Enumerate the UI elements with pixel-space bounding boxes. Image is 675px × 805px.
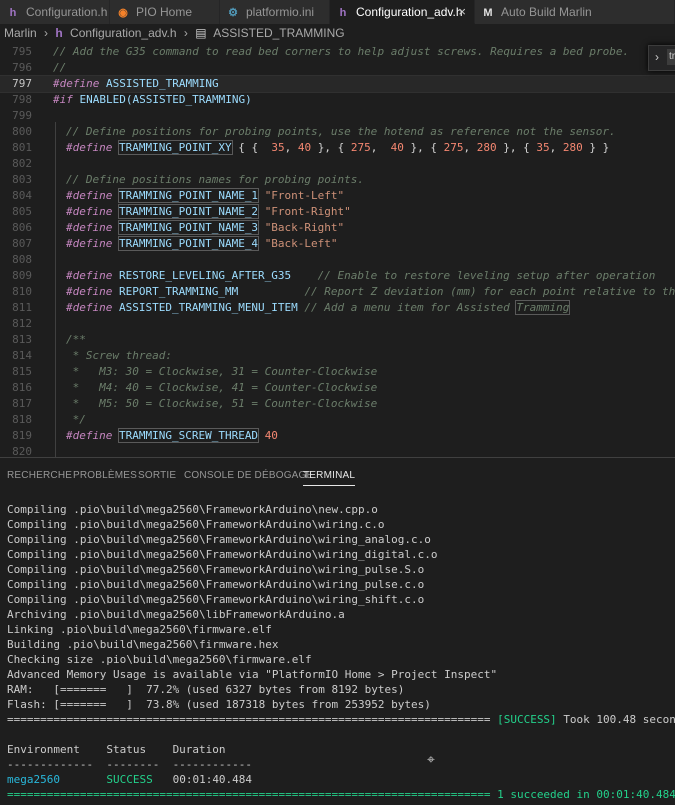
breadcrumb-symbol[interactable]: ASSISTED_TRAMMING [213, 26, 344, 40]
editor-tab-bar: h Configuration.h ◉ PIO Home ⚙ platformio.i… [0, 0, 675, 24]
tab-terminal[interactable]: TERMINAL [303, 470, 356, 486]
tab-sortie[interactable]: SORTIE [138, 470, 176, 481]
terminal-line: Archiving .pio\build\mega2560\libFramewo… [7, 608, 345, 621]
close-icon[interactable]: × [458, 0, 466, 24]
terminal-line: Advanced Memory Usage is available via "… [7, 668, 498, 681]
code-line: 814 * Screw thread: [12, 349, 172, 362]
code-line: 819 #define TRAMMING_SCREW_THREAD 40 [12, 428, 278, 443]
chevron-right-icon[interactable]: › [655, 50, 659, 64]
panel-tabs: RECHERCHE PROBLÈMES SORTIE CONSOLE DE DÉ… [0, 458, 675, 490]
breadcrumb-file[interactable]: Configuration_adv.h [70, 26, 177, 40]
tab-problemes[interactable]: PROBLÈMES [73, 470, 137, 481]
code-line: 818 */ [12, 413, 86, 426]
tab-console-debogage[interactable]: CONSOLE DE DÉBOGAGE [184, 470, 313, 481]
code-line: 801 #define TRAMMING_POINT_XY { { 35, 40 … [12, 140, 610, 155]
terminal-line: Building .pio\build\mega2560\firmware.he… [7, 638, 279, 651]
terminal-line: Checking size .pio\build\mega2560\firmwa… [7, 653, 312, 666]
tab-auto-build-marlin[interactable]: M Auto Build Marlin [475, 0, 675, 24]
terminal-line: Compiling .pio\build\mega2560\FrameworkA… [7, 503, 378, 516]
terminal-line: Compiling .pio\build\mega2560\FrameworkA… [7, 548, 438, 561]
code-line: 806 #define TRAMMING_POINT_NAME_3 "Back-R… [12, 220, 345, 235]
symbol-icon: ▤ [195, 26, 207, 40]
code-line: 799 [12, 109, 32, 122]
code-line: 808 [12, 253, 32, 266]
code-line: 817 * M5: 50 = Clockwise, 51 = Counter-C… [12, 397, 378, 410]
terminal-line: Compiling .pio\build\mega2560\FrameworkA… [7, 593, 425, 606]
code-line: 803// Define positions names for probing… [12, 173, 365, 186]
bottom-panel: RECHERCHE PROBLÈMES SORTIE CONSOLE DE DÉ… [0, 457, 675, 805]
code-line: 805 #define TRAMMING_POINT_NAME_2 "Front-… [12, 204, 351, 219]
tab-label: Configuration_adv.h [356, 5, 463, 19]
tab-recherche[interactable]: RECHERCHE [7, 470, 72, 481]
terminal-line: Compiling .pio\build\mega2560\FrameworkA… [7, 533, 431, 546]
success-tag: [SUCCESS] [497, 713, 557, 726]
code-line: 796// [12, 61, 67, 74]
terminal-output[interactable]: Compiling .pio\build\mega2560\FrameworkA… [7, 502, 675, 802]
tab-label: Configuration.h [26, 5, 108, 19]
tab-label: Auto Build Marlin [501, 5, 592, 19]
tab-label: PIO Home [136, 5, 193, 19]
code-line: 809 #define RESTORE_LEVELING_AFTER_G35 //… [12, 269, 656, 282]
terminal-line: Compiling .pio\build\mega2560\FrameworkA… [7, 518, 385, 531]
code-line: 815 * M3: 30 = Clockwise, 31 = Counter-C… [12, 365, 378, 378]
terminal-table-header: Environment Status Duration [7, 743, 226, 756]
terminal-table-row: mega2560 SUCCESS 00:01:40.484 [7, 773, 253, 786]
code-line: 813/** [12, 333, 86, 346]
breadcrumb-separator: › [183, 26, 188, 40]
c-header-file-icon: h [9, 7, 17, 19]
breadcrumb: Marlin › h Configuration_adv.h › ▤ ASSIS… [0, 24, 675, 42]
ant-icon: ◉ [118, 7, 128, 19]
c-header-file-icon: h [55, 26, 63, 40]
code-line: 810 #define REPORT_TRAMMING_MM // Report … [12, 285, 675, 298]
c-header-file-icon: h [339, 7, 347, 19]
code-line: 798 #if ENABLED(ASSISTED_TRAMMING) [12, 93, 252, 106]
code-line: 820 [12, 445, 32, 457]
code-line: 816 * M4: 40 = Clockwise, 41 = Counter-C… [12, 381, 378, 394]
code-editor[interactable]: 795// Add the G35 command to read bed co… [0, 42, 675, 457]
tab-label: platformio.ini [246, 5, 315, 19]
code-line: 812 [12, 317, 32, 330]
tab-configuration-adv-h[interactable]: h Configuration_adv.h × [330, 0, 475, 24]
terminal-line: Linking .pio\build\mega2560\firmware.elf [7, 623, 272, 636]
terminal-line: RAM: [======= ] 77.2% (used 6327 bytes f… [7, 683, 405, 696]
breadcrumb-separator: › [44, 26, 49, 40]
code-line-current: 797 #define ASSISTED_TRAMMING [0, 75, 675, 93]
breadcrumb-root[interactable]: Marlin [4, 26, 37, 40]
code-line: 795// Add the G35 command to read bed co… [12, 45, 630, 58]
code-line: 802 [12, 157, 32, 170]
terminal-table-rule: ------------- -------- ------------ [7, 758, 253, 771]
terminal-line: Compiling .pio\build\mega2560\FrameworkA… [7, 578, 425, 591]
code-line: 811 #define ASSISTED_TRAMMING_MENU_ITEM /… [12, 300, 571, 315]
terminal-line: Compiling .pio\build\mega2560\FrameworkA… [7, 563, 425, 576]
marlin-m-icon: M [483, 7, 493, 19]
terminal-success-line: ========================================… [7, 713, 675, 726]
text-cursor-icon: ⌖ [427, 752, 435, 768]
tab-pio-home[interactable]: ◉ PIO Home [110, 0, 220, 24]
tab-configuration-h[interactable]: h Configuration.h [0, 0, 110, 24]
code-line: 800// Define positions for probing point… [12, 125, 616, 138]
find-widget[interactable]: › tr [648, 45, 675, 71]
gear-icon: ⚙ [228, 7, 238, 19]
code-line: 804 #define TRAMMING_POINT_NAME_1 "Front-… [12, 188, 345, 203]
tab-platformio-ini[interactable]: ⚙ platformio.ini [220, 0, 330, 24]
terminal-line: Flash: [======= ] 73.8% (used 187318 byt… [7, 698, 431, 711]
find-input[interactable]: tr [667, 49, 675, 65]
terminal-final-line: ========================================… [7, 788, 675, 801]
code-line: 807 #define TRAMMING_POINT_NAME_4 "Back-L… [12, 236, 338, 251]
